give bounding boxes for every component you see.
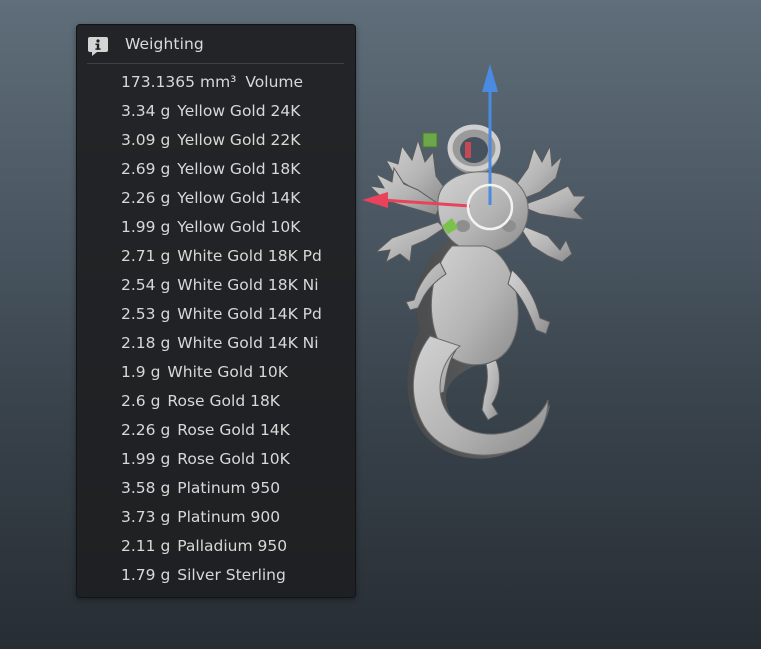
weight-value: 1.79 g — [121, 566, 171, 584]
material-name: Rose Gold 10K — [177, 450, 290, 468]
weight-value: 2.53 g — [121, 305, 171, 323]
panel-title: Weighting — [125, 35, 204, 53]
3d-viewport[interactable]: Weighting 173.1365 mm³ Volume 3.34 g Yellow… — [0, 0, 761, 649]
material-name: Platinum 900 — [177, 508, 281, 526]
weight-value: 2.6 g — [121, 392, 161, 410]
weight-value: 2.69 g — [121, 160, 171, 178]
weight-row: 1.9 g White Gold 10K — [121, 363, 322, 392]
weight-row: 3.73 g Platinum 900 — [121, 508, 322, 537]
weight-row: 2.69 g Yellow Gold 18K — [121, 160, 322, 189]
weight-value: 2.54 g — [121, 276, 171, 294]
weight-row: 1.99 g Rose Gold 10K — [121, 450, 322, 479]
weight-value: 1.99 g — [121, 218, 171, 236]
info-icon — [88, 37, 108, 56]
material-name: Yellow Gold 10K — [177, 218, 301, 236]
weight-row: 2.26 g Yellow Gold 14K — [121, 189, 322, 218]
weight-row: 2.54 g White Gold 18K Ni — [121, 276, 322, 305]
material-name: White Gold 18K Ni — [177, 276, 319, 294]
x-axis-arrow[interactable] — [362, 192, 388, 208]
material-name: Platinum 950 — [177, 479, 281, 497]
material-name: Yellow Gold 22K — [177, 131, 301, 149]
weight-value: 3.73 g — [121, 508, 171, 526]
weight-row: 2.26 g Rose Gold 14K — [121, 421, 322, 450]
weight-value: 1.99 g — [121, 450, 171, 468]
weight-value: 3.58 g — [121, 479, 171, 497]
material-name: Silver Sterling — [177, 566, 286, 584]
right-leg — [481, 359, 500, 421]
weight-row: 1.79 g Silver Sterling — [121, 566, 322, 595]
pendant-bail — [447, 124, 501, 174]
material-name: White Gold 14K Pd — [177, 305, 322, 323]
weight-value: 2.26 g — [121, 189, 171, 207]
material-name: Rose Gold 18K — [167, 392, 280, 410]
weight-row: 2.71 g White Gold 18K Pd — [121, 247, 322, 276]
volume-label: Volume — [245, 73, 304, 91]
y-axis-arrow[interactable] — [482, 64, 498, 92]
plane-handle-green[interactable] — [422, 132, 438, 148]
weight-row: 2.18 g White Gold 14K Ni — [121, 334, 322, 363]
material-name: Yellow Gold 14K — [177, 189, 301, 207]
material-name: Palladium 950 — [177, 537, 288, 555]
material-name: White Gold 10K — [167, 363, 288, 381]
weight-value: 1.9 g — [121, 363, 161, 381]
material-name: White Gold 14K Ni — [177, 334, 319, 352]
volume-unit: mm³ — [199, 73, 237, 91]
weight-list: 3.34 g Yellow Gold 24K 3.09 g Yellow Gold … — [121, 102, 322, 595]
weight-value: 2.71 g — [121, 247, 171, 265]
weighting-panel: Weighting 173.1365 mm³ Volume 3.34 g Yellow… — [76, 24, 356, 598]
material-name: White Gold 18K Pd — [177, 247, 322, 265]
weight-row: 3.09 g Yellow Gold 22K — [121, 131, 322, 160]
weight-value: 3.09 g — [121, 131, 171, 149]
volume-row: 173.1365 mm³ Volume — [121, 73, 303, 91]
weight-row: 1.99 g Yellow Gold 10K — [121, 218, 322, 247]
volume-value: 173.1365 — [121, 73, 195, 91]
weight-value: 2.26 g — [121, 421, 171, 439]
weight-row: 2.53 g White Gold 14K Pd — [121, 305, 322, 334]
axolotl-head — [437, 171, 529, 253]
material-name: Yellow Gold 18K — [177, 160, 301, 178]
material-name: Yellow Gold 24K — [177, 102, 301, 120]
plane-handle-red[interactable] — [465, 142, 471, 158]
material-name: Rose Gold 14K — [177, 421, 290, 439]
weight-row: 2.11 g Palladium 950 — [121, 537, 322, 566]
weight-row: 3.34 g Yellow Gold 24K — [121, 102, 322, 131]
weight-value: 2.11 g — [121, 537, 171, 555]
panel-header: Weighting — [77, 25, 355, 63]
header-divider — [87, 63, 344, 64]
weight-row: 3.58 g Platinum 950 — [121, 479, 322, 508]
weight-value: 3.34 g — [121, 102, 171, 120]
weight-value: 2.18 g — [121, 334, 171, 352]
weight-row: 2.6 g Rose Gold 18K — [121, 392, 322, 421]
